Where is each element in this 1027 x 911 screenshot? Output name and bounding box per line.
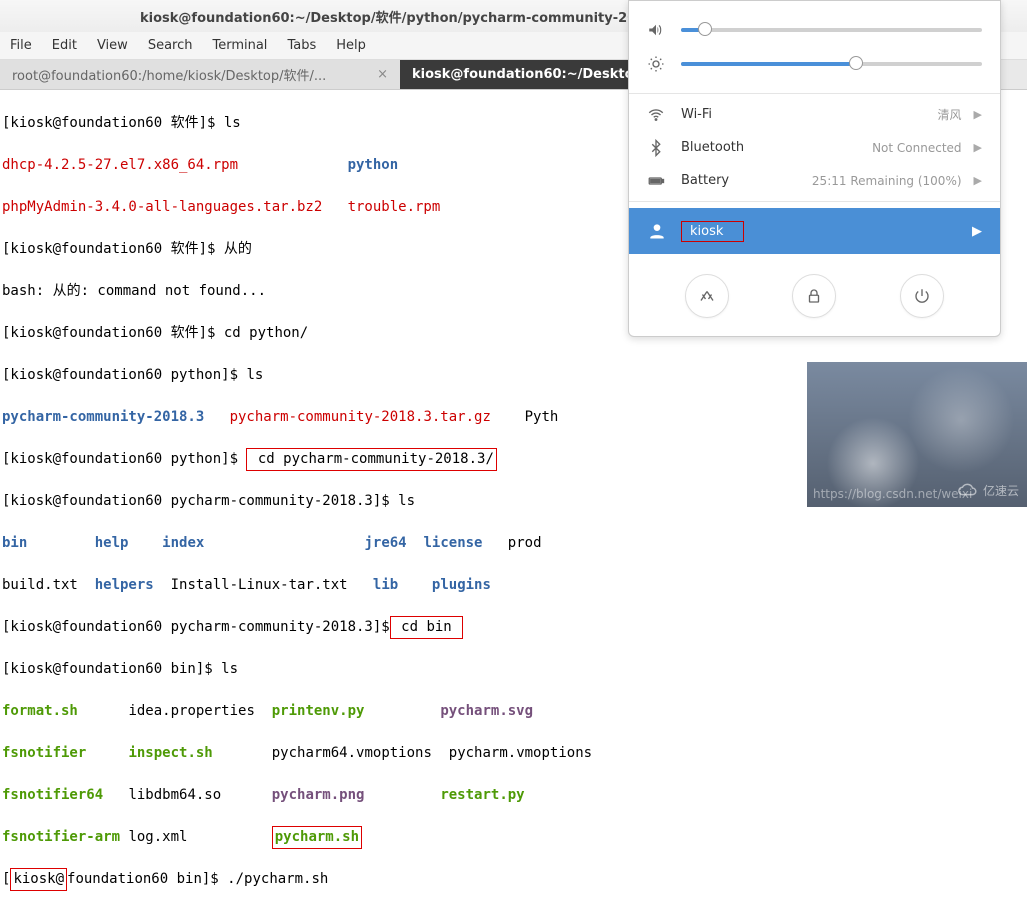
settings-button[interactable] <box>685 274 729 318</box>
tab-active[interactable]: kiosk@foundation60:~/Desktc <box>400 60 644 89</box>
chevron-right-icon: ▶ <box>974 108 982 121</box>
wifi-value: 清风 <box>781 106 974 123</box>
highlight-cd-bin: cd bin <box>390 616 463 639</box>
chevron-right-icon: ▶ <box>974 174 982 187</box>
menu-search[interactable]: Search <box>148 38 193 53</box>
power-button[interactable] <box>900 274 944 318</box>
highlight-user: kiosk@ <box>10 868 67 891</box>
cloud-icon <box>957 481 979 499</box>
battery-icon <box>647 172 665 190</box>
menu-file[interactable]: File <box>10 38 32 53</box>
user-row[interactable]: kiosk ▶ <box>629 208 1000 254</box>
lock-icon <box>805 287 823 305</box>
volume-slider[interactable] <box>681 28 982 32</box>
tab-close-icon[interactable]: × <box>377 67 388 82</box>
window-title: kiosk@foundation60:~/Desktop/软件/python/p… <box>140 7 654 26</box>
wifi-row[interactable]: Wi-Fi 清风 ▶ <box>629 98 1000 131</box>
highlight-cd-pycharm: cd pycharm-community-2018.3/ <box>246 448 496 471</box>
chevron-right-icon: ▶ <box>972 224 982 239</box>
desktop-wallpaper: https://blog.csdn.net/weixi 亿速云 <box>807 362 1027 507</box>
logo: 亿速云 <box>957 481 1019 499</box>
brightness-slider-row <box>647 47 982 81</box>
chevron-right-icon: ▶ <box>974 141 982 154</box>
logo-text: 亿速云 <box>983 482 1019 499</box>
volume-slider-row <box>647 13 982 47</box>
menu-terminal[interactable]: Terminal <box>212 38 267 53</box>
tab-active-label: kiosk@foundation60:~/Desktc <box>412 67 632 82</box>
lock-button[interactable] <box>792 274 836 318</box>
battery-value: 25:11 Remaining (100%) <box>781 174 974 188</box>
brightness-slider[interactable] <box>681 62 982 66</box>
menu-view[interactable]: View <box>97 38 128 53</box>
bluetooth-value: Not Connected <box>781 141 974 155</box>
wifi-icon <box>647 106 665 124</box>
tab-inactive[interactable]: root@foundation60:/home/kiosk/Desktop/软件… <box>0 60 400 89</box>
bluetooth-label: Bluetooth <box>681 140 781 155</box>
settings-icon <box>698 287 716 305</box>
system-menu-popover: Wi-Fi 清风 ▶ Bluetooth Not Connected ▶ Bat… <box>628 0 1001 337</box>
brightness-icon <box>647 55 665 73</box>
user-icon <box>647 221 667 241</box>
battery-label: Battery <box>681 173 781 188</box>
highlight-pycharm-sh: pycharm.sh <box>272 826 362 849</box>
bluetooth-row[interactable]: Bluetooth Not Connected ▶ <box>629 131 1000 164</box>
tab-inactive-label: root@foundation60:/home/kiosk/Desktop/软件… <box>12 65 326 84</box>
menu-edit[interactable]: Edit <box>52 38 77 53</box>
action-row <box>629 260 1000 336</box>
battery-row[interactable]: Battery 25:11 Remaining (100%) ▶ <box>629 164 1000 197</box>
watermark-text: https://blog.csdn.net/weixi <box>813 487 972 501</box>
wifi-label: Wi-Fi <box>681 107 781 122</box>
power-icon <box>913 287 931 305</box>
user-name: kiosk <box>690 224 723 239</box>
highlight-user-name: kiosk <box>681 221 744 242</box>
menu-help[interactable]: Help <box>336 38 366 53</box>
bluetooth-icon <box>647 139 665 157</box>
volume-icon <box>647 21 665 39</box>
menu-tabs[interactable]: Tabs <box>287 38 316 53</box>
